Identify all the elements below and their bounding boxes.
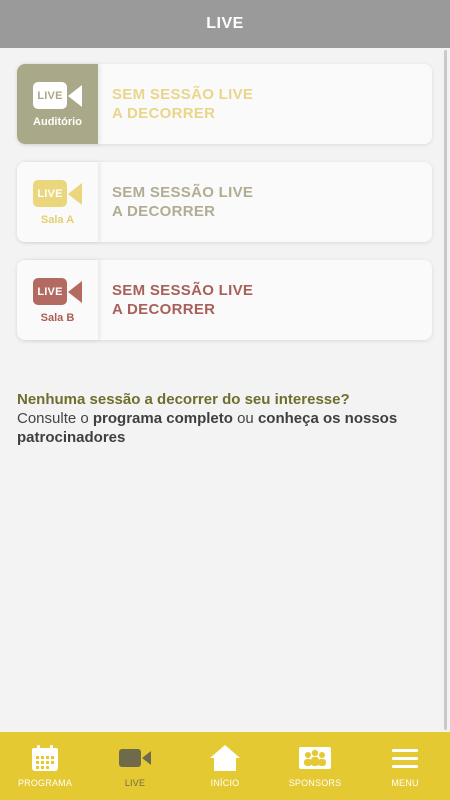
live-badge: LIVE bbox=[33, 278, 67, 305]
room-tile: LIVE Sala B bbox=[17, 260, 98, 340]
session-status: SEM SESSÃO LIVE A DECORRER bbox=[112, 86, 254, 122]
info-question: Nenhuma sessão a decorrer do seu interes… bbox=[17, 391, 350, 408]
room-name: Sala B bbox=[40, 311, 75, 324]
info-or: ou bbox=[232, 410, 258, 427]
calendar-icon bbox=[32, 745, 58, 771]
home-icon bbox=[210, 745, 240, 771]
nav-sponsors[interactable]: SPONSORS bbox=[270, 732, 360, 800]
room-name: Sala A bbox=[40, 213, 75, 226]
hamburger-menu-icon bbox=[392, 749, 418, 768]
live-room-card-sala-b[interactable]: LIVE Sala B SEM SESSÃO LIVE A DECORRER bbox=[17, 260, 432, 340]
info-consult: Consulte o bbox=[17, 410, 93, 427]
room-tile: LIVE Sala A bbox=[17, 162, 98, 242]
room-name: Auditório bbox=[33, 115, 82, 128]
nav-programa[interactable]: PROGRAMA bbox=[0, 732, 90, 800]
nav-label: SPONSORS bbox=[288, 778, 342, 788]
top-bar: LIVE bbox=[0, 0, 450, 48]
live-camera-icon: LIVE bbox=[33, 277, 82, 307]
nav-label: INÍCIO bbox=[210, 778, 240, 788]
room-tile: LIVE Auditório bbox=[17, 64, 98, 144]
nav-label: PROGRAMA bbox=[17, 778, 73, 788]
nav-inicio[interactable]: INÍCIO bbox=[180, 732, 270, 800]
live-room-card-auditorio[interactable]: LIVE Auditório SEM SESSÃO LIVE A DECORRE… bbox=[17, 64, 432, 144]
session-status: SEM SESSÃO LIVE A DECORRER bbox=[112, 184, 254, 220]
info-text: Nenhuma sessão a decorrer do seu interes… bbox=[17, 390, 427, 447]
session-status: SEM SESSÃO LIVE A DECORRER bbox=[112, 282, 254, 318]
live-room-card-sala-a[interactable]: LIVE Sala A SEM SESSÃO LIVE A DECORRER bbox=[17, 162, 432, 242]
sponsors-icon bbox=[299, 747, 331, 769]
program-link[interactable]: programa completo bbox=[93, 410, 233, 427]
nav-live[interactable]: LIVE bbox=[90, 732, 180, 800]
nav-menu[interactable]: MENU bbox=[360, 732, 450, 800]
page-title: LIVE bbox=[206, 15, 244, 32]
live-camera-icon: LIVE bbox=[33, 81, 82, 111]
video-camera-icon bbox=[119, 749, 151, 767]
live-badge: LIVE bbox=[33, 180, 67, 207]
scrollbar[interactable] bbox=[444, 50, 447, 730]
live-badge: LIVE bbox=[33, 82, 67, 109]
live-camera-icon: LIVE bbox=[33, 179, 82, 209]
nav-label: LIVE bbox=[124, 778, 146, 788]
nav-label: MENU bbox=[391, 778, 419, 788]
bottom-nav: PROGRAMA LIVE INÍCIO SPONSORS MENU bbox=[0, 732, 450, 800]
